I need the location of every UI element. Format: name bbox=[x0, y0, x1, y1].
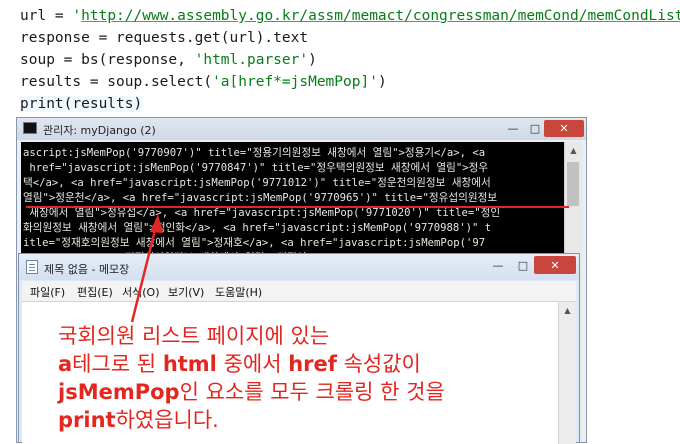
code-token: 'html.parser' bbox=[194, 52, 309, 68]
notepad-maximize-button[interactable]: □ bbox=[510, 256, 536, 274]
menu-format[interactable]: 서식(O) bbox=[122, 284, 159, 300]
cmd-output-line: 택</a>, <a href="javascript:jsMemPop('977… bbox=[23, 177, 491, 189]
terminal-icon bbox=[23, 122, 37, 134]
menu-file[interactable]: 파일(F) bbox=[30, 284, 65, 300]
notepad-scrollbar[interactable]: ▲ bbox=[558, 302, 576, 444]
cmd-titlebar[interactable]: 관리자: myDjango (2) — □ ✕ bbox=[17, 118, 586, 140]
notepad-menubar: 파일(F) 편집(E) 서식(O) 보기(V) 도움말(H) bbox=[22, 281, 576, 302]
cmd-output-line: itle="정재호의원정보 새창에서 열림">정재호</a>, <a href=… bbox=[23, 237, 486, 249]
cmd-output-line: 화의원정보 새창에서 열림">정인화</a>, <a href="javascr… bbox=[23, 222, 492, 234]
annotation-text: 하였읍니다. bbox=[115, 408, 219, 432]
annotation-text: jsMemPop bbox=[58, 380, 180, 404]
code-token: 'a[href*=jsMemPop]' bbox=[212, 74, 378, 90]
code-line-4[interactable]: results = soup.select('a[href*=jsMemPop]… bbox=[20, 74, 387, 90]
cmd-output-line: ascript:jsMemPop('9770907')" title="정용기의… bbox=[23, 147, 486, 159]
scroll-up-icon[interactable]: ▲ bbox=[559, 302, 576, 318]
menu-help[interactable]: 도움말(H) bbox=[215, 284, 262, 300]
code-line-1[interactable]: url = 'http://www.assembly.go.kr/assm/me… bbox=[20, 8, 680, 24]
code-token: ) bbox=[308, 52, 317, 68]
cmd-close-button[interactable]: ✕ bbox=[544, 120, 584, 137]
annotation-line-2: a테그로 된 html 중에서 href 속성값이 bbox=[58, 354, 421, 375]
annotation-line-1: 국회의원 리스트 페이지에 있는 bbox=[58, 326, 329, 347]
notepad-close-button[interactable]: ✕ bbox=[534, 256, 576, 274]
code-line-5[interactable]: print(results) bbox=[20, 96, 143, 112]
code-token: soup = bs(response, bbox=[20, 52, 195, 68]
code-line-2[interactable]: response = requests.get(url).text bbox=[20, 30, 308, 46]
annotation-text: 국회의원 리스트 페이지에 있는 bbox=[58, 324, 330, 348]
code-token: print bbox=[20, 96, 64, 112]
notepad-titlebar[interactable]: 제목 없음 - 메모장 — □ ✕ bbox=[19, 254, 579, 280]
cmd-output-line: 열림">정운천</a>, <a href="javascript:jsMemPo… bbox=[23, 192, 498, 204]
code-token: ) bbox=[377, 74, 387, 90]
annotation-line-3: jsMemPop인 요소를 모두 크롤링 한 것을 bbox=[58, 382, 445, 403]
annotation-text: href bbox=[288, 352, 337, 376]
notepad-title: 제목 없음 - 메모장 bbox=[44, 263, 130, 276]
annotation-text: html bbox=[162, 352, 217, 376]
annotation-text: 중에서 bbox=[216, 352, 289, 376]
annotation-text: 테그로 된 bbox=[72, 352, 163, 376]
code-token: url = bbox=[20, 8, 73, 24]
highlight-underline bbox=[26, 206, 569, 208]
code-token: http://www.assembly.go.kr/assm/memact/co… bbox=[81, 8, 680, 24]
code-token: (results) bbox=[63, 96, 143, 112]
cmd-output-line: href="javascript:jsMemPop('9770847')" ti… bbox=[23, 162, 489, 174]
menu-edit[interactable]: 편집(E) bbox=[77, 284, 113, 300]
annotation-text: print bbox=[58, 408, 116, 432]
code-token: ' bbox=[72, 8, 82, 24]
code-token: results = soup.select( bbox=[20, 74, 213, 90]
cmd-scroll-thumb[interactable] bbox=[567, 162, 579, 206]
menu-view[interactable]: 보기(V) bbox=[168, 284, 204, 300]
annotation-line-4: print하였읍니다. bbox=[58, 410, 219, 431]
annotation-text: 인 요소를 모두 크롤링 한 것을 bbox=[179, 380, 445, 404]
code-token: response = requests.get(url).text bbox=[20, 30, 309, 46]
code-line-3[interactable]: soup = bs(response, 'html.parser') bbox=[20, 52, 317, 68]
annotation-text: 속성값이 bbox=[336, 352, 421, 376]
scroll-up-icon[interactable]: ▲ bbox=[565, 142, 582, 158]
cmd-title: 관리자: myDjango (2) bbox=[43, 124, 156, 137]
notepad-minimize-button[interactable]: — bbox=[485, 256, 511, 274]
cmd-minimize-button[interactable]: — bbox=[501, 120, 525, 137]
annotation-text: a bbox=[58, 352, 73, 376]
notepad-icon bbox=[26, 260, 38, 274]
